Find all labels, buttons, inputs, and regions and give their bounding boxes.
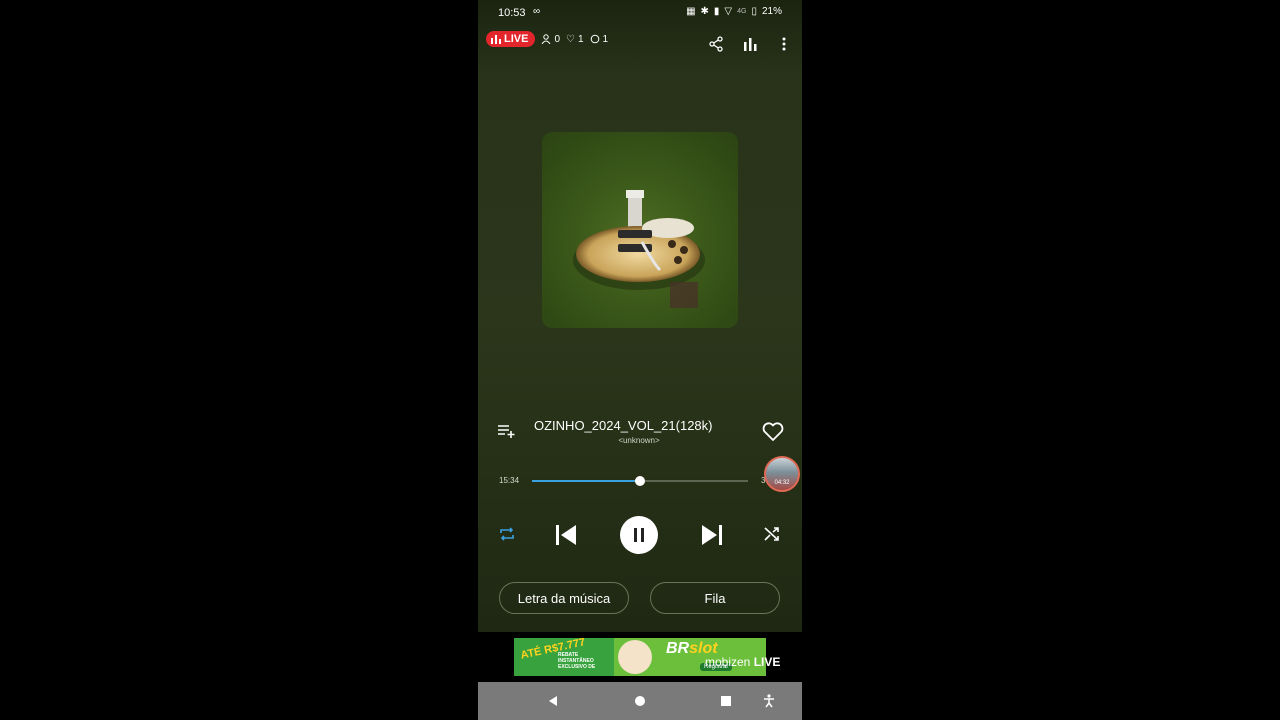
comment-count: 1 [590,33,609,45]
track-title: OZINHO_2024_VOL_21(128k) [534,418,713,433]
vibrate-icon: ▮ [713,6,720,17]
accessibility-icon[interactable] [762,694,776,708]
network-label: 4G [737,8,747,15]
seek-thumb[interactable] [635,476,645,486]
status-icons: ▦ ✱ ▮ ▽ 4G ▯ 21% [686,6,782,17]
like-count: ♡ 1 [566,34,584,45]
live-indicator-row: LIVE 0 ♡ 1 1 [486,31,608,47]
like-count-value: 1 [577,33,584,45]
progress-bar: 15:34 34 [478,470,802,492]
bluetooth-icon: ✱ [700,6,709,17]
music-player-screen: 10:53 ∞ ▦ ✱ ▮ ▽ 4G ▯ 21% LIVE 0 ♡ 1 1 OZ… [478,0,802,632]
cast-icon: ▦ [686,6,696,17]
phone-screen: 10:53 ∞ ▦ ✱ ▮ ▽ 4G ▯ 21% LIVE 0 ♡ 1 1 OZ… [478,0,802,720]
previous-track-icon[interactable] [554,524,578,546]
status-time: 10:53 [498,7,526,19]
voicemail-icon: ∞ [533,6,541,17]
playback-controls [478,514,802,558]
heart-icon[interactable] [762,422,784,447]
wifi-icon: ▽ [724,6,733,17]
recents-icon[interactable] [719,694,733,708]
top-actions [708,36,792,52]
live-bars-icon [491,34,501,44]
repeat-icon[interactable] [498,525,516,543]
battery-icon: ▯ [751,6,757,17]
track-info-row: OZINHO_2024_VOL_21(128k) <unknown> [478,414,802,454]
add-to-playlist-icon[interactable] [498,424,516,443]
viewer-count-value: 0 [554,33,561,45]
comment-icon [590,34,599,44]
lyrics-button[interactable]: Letra da música [499,582,629,614]
share-icon[interactable] [708,36,724,52]
equalizer-icon[interactable] [742,36,758,52]
floating-video-bubble[interactable]: 04:32 [764,456,800,492]
seek-track[interactable] [532,476,748,486]
track-artist: <unknown> [618,436,660,445]
ad-left-panel: ATÉ R$7.777 REBATE INSTANTÂNEO EXCLUSIVO… [514,638,614,676]
bubble-time: 04:32 [774,480,790,486]
ad-mascot-image [618,640,652,674]
shuffle-icon[interactable] [763,525,781,543]
elapsed-time: 15:34 [499,476,520,485]
live-badge[interactable]: LIVE [486,31,536,47]
heart-small-icon: ♡ [566,33,575,45]
album-art [542,132,738,328]
battery-percent: 21% [761,6,782,17]
live-label: LIVE [504,33,529,45]
back-icon[interactable] [546,694,560,708]
home-icon[interactable] [633,694,647,708]
seek-fill [532,480,640,482]
pause-icon [634,528,644,542]
android-nav-bar [478,682,802,720]
more-options-icon[interactable] [776,36,792,52]
pause-button[interactable] [620,516,658,554]
next-track-icon[interactable] [700,524,724,546]
guitar-image [542,132,738,328]
person-icon [542,34,551,44]
ad-sub-text: REBATE INSTANTÂNEO EXCLUSIVO DE [558,652,596,670]
comment-count-value: 1 [602,33,609,45]
status-bar: 10:53 ∞ ▦ ✱ ▮ ▽ 4G ▯ 21% [478,0,802,26]
viewer-count: 0 [541,34,560,45]
queue-button[interactable]: Fila [650,582,780,614]
mobizen-watermark: mobizen LIVE [705,655,781,669]
